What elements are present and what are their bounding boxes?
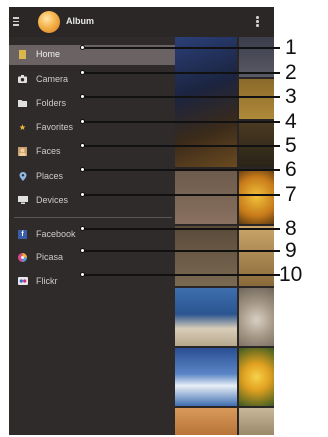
callout-dot bbox=[80, 143, 85, 148]
menu-item-label: Home bbox=[36, 49, 61, 59]
callout-line bbox=[83, 72, 280, 74]
picasa-icon bbox=[18, 253, 27, 262]
callout-line bbox=[83, 121, 280, 123]
callout-number: 5 bbox=[285, 134, 297, 157]
hamburger-menu-icon[interactable] bbox=[13, 17, 19, 26]
callout-dot bbox=[80, 119, 85, 124]
callout-number: 1 bbox=[285, 36, 297, 59]
callout-dot bbox=[80, 226, 85, 231]
map-pin-icon bbox=[18, 172, 27, 181]
callout-line bbox=[83, 169, 280, 171]
menu-item-label: Facebook bbox=[36, 229, 76, 239]
photo-thumbnail[interactable] bbox=[175, 169, 237, 224]
menu-item-label: Devices bbox=[36, 195, 69, 205]
photo-thumbnail[interactable] bbox=[175, 288, 237, 346]
photo-thumbnail[interactable] bbox=[175, 348, 237, 406]
photo-thumbnail[interactable] bbox=[239, 79, 274, 119]
callout-number: 9 bbox=[285, 239, 297, 262]
callout-line bbox=[83, 194, 280, 196]
camera-icon bbox=[18, 75, 27, 84]
callout-number: 10 bbox=[279, 263, 303, 286]
flickr-icon bbox=[18, 277, 28, 286]
callout-dot bbox=[80, 167, 85, 172]
callout-line bbox=[83, 250, 280, 252]
callout-dot bbox=[80, 248, 85, 253]
album-app-icon bbox=[38, 11, 60, 33]
callout-number: 7 bbox=[285, 183, 297, 206]
facebook-icon: f bbox=[18, 230, 27, 239]
menu-item-label: Faces bbox=[36, 146, 61, 156]
callout-line bbox=[83, 96, 280, 98]
photo-thumbnail[interactable] bbox=[239, 408, 274, 435]
callout-line bbox=[83, 228, 280, 230]
callout-dot bbox=[80, 94, 85, 99]
callout-number: 6 bbox=[285, 158, 297, 181]
photo-thumbnail[interactable] bbox=[239, 37, 274, 77]
callout-number: 4 bbox=[285, 110, 297, 133]
app-bar: Album bbox=[9, 7, 274, 37]
photo-thumbnail[interactable] bbox=[239, 348, 274, 406]
menu-item-label: Places bbox=[36, 171, 64, 181]
devices-icon bbox=[18, 196, 28, 205]
callout-number: 3 bbox=[285, 85, 297, 108]
photo-thumbnail[interactable] bbox=[239, 288, 274, 346]
callout-number: 8 bbox=[285, 217, 297, 240]
menu-item-label: Flickr bbox=[36, 276, 58, 286]
photo-thumbnail[interactable] bbox=[239, 169, 274, 224]
callout-dot bbox=[80, 192, 85, 197]
callout-dot bbox=[80, 45, 85, 50]
app-title: Album bbox=[66, 16, 94, 26]
photo-thumbnail[interactable] bbox=[175, 37, 237, 167]
faces-icon bbox=[18, 147, 27, 156]
photo-thumbnail[interactable] bbox=[239, 226, 274, 286]
drawer-divider bbox=[14, 217, 172, 218]
folder-icon bbox=[18, 99, 27, 108]
callout-line bbox=[83, 47, 280, 49]
callout-line bbox=[83, 274, 280, 276]
callout-number: 2 bbox=[285, 61, 297, 84]
home-icon bbox=[19, 50, 26, 59]
menu-item-label: Camera bbox=[36, 74, 69, 84]
menu-item-label: Picasa bbox=[36, 252, 64, 262]
figure: Home Camera Folders ★ Favorites Faces Pl… bbox=[0, 0, 328, 437]
callout-line bbox=[83, 145, 280, 147]
photo-thumbnail[interactable] bbox=[239, 121, 274, 167]
callout-dot bbox=[80, 272, 85, 277]
menu-item-label: Favorites bbox=[36, 122, 74, 132]
photo-thumbnail[interactable] bbox=[175, 408, 237, 435]
photo-thumbnail[interactable] bbox=[175, 226, 237, 286]
overflow-menu-icon[interactable] bbox=[256, 16, 259, 28]
star-icon: ★ bbox=[18, 123, 27, 132]
menu-item-label: Folders bbox=[36, 98, 67, 108]
callout-dot bbox=[80, 70, 85, 75]
